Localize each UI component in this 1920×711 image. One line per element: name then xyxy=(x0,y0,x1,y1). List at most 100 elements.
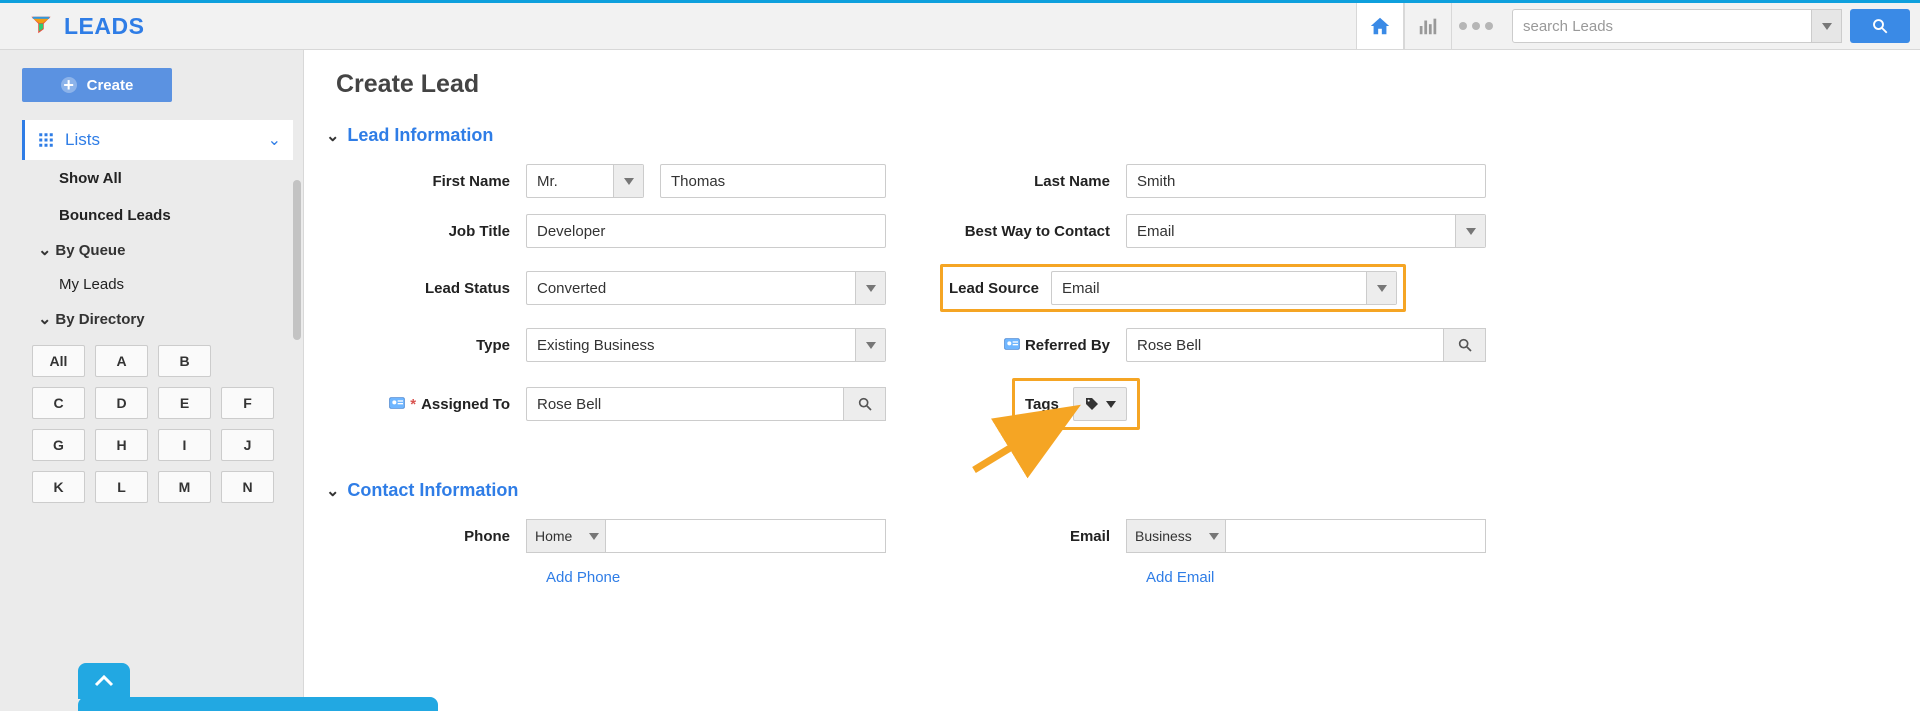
search-button[interactable] xyxy=(1850,9,1910,43)
chevron-down-icon: ⌄ xyxy=(38,240,51,260)
label-type: Type xyxy=(346,337,526,354)
bottom-panel-toggle[interactable] xyxy=(78,663,438,711)
dir-btn-f[interactable]: F xyxy=(221,387,274,419)
assigned-to-input[interactable] xyxy=(526,387,844,421)
select-value: Email xyxy=(1052,280,1100,297)
row-first-name: First Name Mr. xyxy=(346,164,906,198)
row-referred-by: Referred By xyxy=(946,328,1506,362)
dir-btn-l[interactable]: L xyxy=(95,471,148,503)
home-button[interactable] xyxy=(1356,3,1404,49)
phone-type-select[interactable]: Home xyxy=(526,519,606,553)
label-lead-status: Lead Status xyxy=(346,280,526,297)
label-assigned-to: * Assigned To xyxy=(346,396,526,413)
li-label: My Leads xyxy=(59,276,124,293)
chevron-down-icon xyxy=(1209,533,1219,540)
type-select[interactable]: Existing Business xyxy=(526,328,886,362)
search-input[interactable] xyxy=(1512,9,1812,43)
assigned-to-lookup-button[interactable] xyxy=(844,387,886,421)
referred-by-lookup-button[interactable] xyxy=(1444,328,1486,362)
dir-btn-g[interactable]: G xyxy=(32,429,85,461)
sidebar-lists-label: Lists xyxy=(65,130,100,150)
highlight-tags: Tags xyxy=(1012,378,1140,430)
row-lead-status: Lead Status Converted xyxy=(346,264,906,312)
dir-btn-e[interactable]: E xyxy=(158,387,211,419)
search-icon xyxy=(857,396,873,412)
best-contact-select[interactable]: Email xyxy=(1126,214,1486,248)
select-value: Converted xyxy=(527,280,606,297)
more-button[interactable] xyxy=(1452,3,1500,49)
section-lead-information[interactable]: ⌄ Lead Information xyxy=(326,125,1880,146)
dir-btn-k[interactable]: K xyxy=(32,471,85,503)
sidebar-item-my-leads[interactable]: My Leads xyxy=(22,266,293,303)
add-email-link[interactable]: Add Email xyxy=(946,569,1506,586)
chevron-down-icon: ⌄ xyxy=(38,309,51,329)
row-job-title: Job Title xyxy=(346,214,906,248)
job-title-input[interactable] xyxy=(526,214,886,248)
li-label: Show All xyxy=(59,170,122,187)
lead-source-select[interactable]: Email xyxy=(1051,271,1397,305)
label-first-name: First Name xyxy=(346,173,526,190)
chevron-down-icon xyxy=(1822,23,1832,30)
sidebar-collapse-button[interactable]: ‹ xyxy=(304,458,305,481)
heading-label: By Queue xyxy=(55,242,125,259)
section-contact-information[interactable]: ⌄ Contact Information xyxy=(326,480,1880,501)
label-job-title: Job Title xyxy=(346,223,526,240)
last-name-input[interactable] xyxy=(1126,164,1486,198)
search-dropdown-button[interactable] xyxy=(1812,9,1842,43)
sidebar-heading-by-directory[interactable]: ⌄By Directory xyxy=(22,303,293,335)
topbar: LEADS xyxy=(0,0,1920,50)
charts-button[interactable] xyxy=(1404,3,1452,49)
email-input[interactable] xyxy=(1226,519,1486,553)
sidebar: + Create Lists ⌄ Show All Bounced Leads … xyxy=(0,50,304,711)
scrollbar[interactable] xyxy=(293,180,301,340)
dir-btn-d[interactable]: D xyxy=(95,387,148,419)
tags-button[interactable] xyxy=(1073,387,1127,421)
funnel-icon xyxy=(30,14,64,39)
chevron-down-icon: ⌄ xyxy=(326,481,339,501)
sidebar-item-bounced[interactable]: Bounced Leads xyxy=(22,197,293,234)
content: ‹ Create Lead ⌄ Lead Information First N… xyxy=(304,50,1920,711)
chevron-up-icon xyxy=(92,669,116,693)
label-best-contact: Best Way to Contact xyxy=(946,223,1126,240)
dir-btn-a[interactable]: A xyxy=(95,345,148,377)
tag-icon xyxy=(1084,396,1100,412)
label-text: Referred By xyxy=(1025,337,1110,354)
chevron-down-icon xyxy=(624,178,634,185)
email-type-select[interactable]: Business xyxy=(1126,519,1226,553)
dir-btn-c[interactable]: C xyxy=(32,387,85,419)
bar-chart-icon xyxy=(1417,15,1439,37)
dots-icon xyxy=(1459,22,1493,30)
select-value: Home xyxy=(535,528,572,544)
sidebar-item-show-all[interactable]: Show All xyxy=(22,160,293,197)
create-button-label: Create xyxy=(87,77,134,94)
sidebar-heading-by-queue[interactable]: ⌄By Queue xyxy=(22,234,293,266)
select-value: Email xyxy=(1127,223,1175,240)
select-value: Existing Business xyxy=(527,337,655,354)
phone-input[interactable] xyxy=(606,519,886,553)
dir-btn-m[interactable]: M xyxy=(158,471,211,503)
dir-btn-all[interactable]: All xyxy=(32,345,85,377)
directory-grid: All A B C D E F G H I J K L M N xyxy=(22,335,293,503)
sidebar-tab-lists[interactable]: Lists ⌄ xyxy=(22,120,293,160)
dir-btn-i[interactable]: I xyxy=(158,429,211,461)
dir-btn-h[interactable]: H xyxy=(95,429,148,461)
label-text: Assigned To xyxy=(421,396,510,413)
dir-btn-b[interactable]: B xyxy=(158,345,211,377)
chevron-down-icon: ⌄ xyxy=(268,130,281,150)
chevron-down-icon: ⌄ xyxy=(326,126,339,146)
dir-btn-j[interactable]: J xyxy=(221,429,274,461)
row-phone: Phone Home xyxy=(346,519,906,553)
first-name-input[interactable] xyxy=(660,164,886,198)
li-label: Bounced Leads xyxy=(59,207,171,224)
section-title: Contact Information xyxy=(347,480,518,501)
required-asterisk: * xyxy=(410,396,416,413)
salutation-select[interactable]: Mr. xyxy=(526,164,644,198)
home-icon xyxy=(1369,15,1391,37)
lead-status-select[interactable]: Converted xyxy=(526,271,886,305)
create-button[interactable]: + Create xyxy=(22,68,172,102)
row-lead-source: Lead Source Email xyxy=(946,264,1506,312)
add-phone-link[interactable]: Add Phone xyxy=(346,569,906,586)
dir-btn-n[interactable]: N xyxy=(221,471,274,503)
contact-card-icon xyxy=(1004,337,1020,354)
referred-by-input[interactable] xyxy=(1126,328,1444,362)
